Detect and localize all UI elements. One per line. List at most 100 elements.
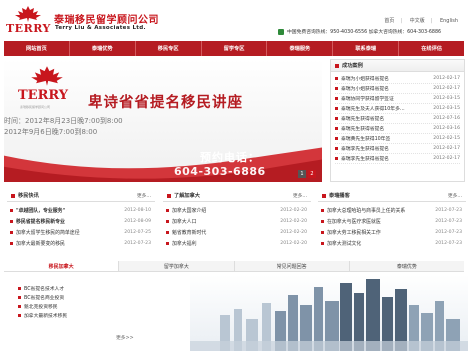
item-date: 2012-03-16: [433, 126, 460, 131]
tab-immigrate-canada[interactable]: 移民加拿大: [4, 261, 120, 271]
item-text: 加拿大最新技术移民: [24, 314, 68, 319]
item-date: 2012-07-23: [124, 241, 151, 246]
item-text: 加拿大国家介绍: [172, 208, 207, 214]
link-home[interactable]: 首页: [384, 18, 394, 24]
list-item[interactable]: 加拿大总理哈珀与商事员上任的关系 2012-07-23: [321, 205, 462, 216]
list-item[interactable]: 泰瑞黄先生获得10年签 2012-02-15: [335, 134, 460, 144]
bullet-icon: [321, 231, 324, 234]
bullet-icon: [18, 287, 21, 290]
more-link[interactable]: 更多...: [137, 192, 151, 199]
banner-phone: 604-303-6886: [174, 165, 266, 178]
list-item[interactable]: 在加拿大与医疗求医就医 2012-07-23: [321, 216, 462, 227]
hotline-text: 中国免费咨询热线：950-4030-6556 加拿大咨询热线：604-303-6…: [287, 30, 442, 35]
banner-cta: 预约电话：: [200, 151, 260, 164]
list-item[interactable]: 泰瑞协同学获得留学签证 2012-03-15: [335, 94, 460, 104]
item-date: 2012-02-20: [280, 219, 307, 224]
item-date: 2012-07-23: [435, 219, 462, 224]
hotline: 中国免费咨询热线：950-4030-6556 加拿大咨询热线：604-303-6…: [278, 28, 441, 35]
link-english[interactable]: English: [440, 18, 458, 24]
hero-banner[interactable]: TERRY 泰瑞移民留学顾问公司 卑诗省省提名移民讲座 时间：2012年8月23…: [4, 59, 322, 182]
bullet-icon: [18, 314, 21, 317]
item-text: 加拿大测试文化: [327, 241, 362, 247]
bottom-tabs: 移民加拿大 留学加拿大 常见问题回答 泰瑞优势: [4, 261, 464, 272]
list-item[interactable]: "卓越团队，专业服务" 2012-08-10: [10, 205, 151, 216]
success-cases-header: 成功案例: [331, 60, 464, 72]
list-item[interactable]: 加拿大留学生移民的简单途径 2012-07-25: [10, 227, 151, 238]
bullet-icon: [18, 296, 21, 299]
banner-swoosh: [4, 147, 322, 182]
list-item[interactable]: BC省提名技术人才: [18, 284, 138, 293]
tab-advantages[interactable]: 泰瑞优势: [349, 261, 464, 271]
tab-study-canada[interactable]: 留学加拿大: [119, 261, 235, 271]
item-text: 魁北克投资移民: [24, 305, 58, 310]
item-date: 2012-07-23: [435, 230, 462, 235]
list-item[interactable]: 泰瑞先生获得省提名 2012-07-16: [335, 114, 460, 124]
list-item[interactable]: 魁省教育新时代 2012-02-20: [166, 227, 307, 238]
city-skyline-image: [190, 275, 468, 351]
nav-assessment[interactable]: 在线评估: [399, 41, 464, 56]
banner-logo-text: TERRY: [18, 88, 69, 103]
item-date: 2012-03-15: [433, 96, 460, 101]
pager-item-1[interactable]: 1: [298, 170, 306, 178]
item-date: 2012-02-17: [433, 156, 460, 161]
nav-contact[interactable]: 联系泰瑞: [333, 41, 400, 56]
bullet-icon: [335, 77, 338, 80]
item-text: 加拿大人口: [172, 219, 197, 225]
list-item[interactable]: 加拿大人口 2012-02-20: [166, 216, 307, 227]
list-item[interactable]: 加拿大测试文化 2012-07-23: [321, 238, 462, 249]
phone-icon: [278, 28, 284, 35]
item-text: 加拿大总理哈珀与商事员上任的关系: [327, 208, 406, 214]
main-nav: 网站首页 泰瑞优势 移民专区 留学专区 泰瑞服务 联系泰瑞 在线评估: [4, 41, 464, 56]
item-text: 加拿大福利: [172, 241, 197, 247]
success-cases-title: 成功案例: [342, 63, 363, 69]
list-item[interactable]: 加拿大最新技术移民: [18, 311, 138, 320]
item-date: 2012-02-17: [433, 86, 460, 91]
item-date: 2012-07-23: [435, 208, 462, 213]
list-item[interactable]: 移民省提名移民新专业 2012-08-09: [10, 216, 151, 227]
bullet-icon: [10, 209, 13, 212]
link-chinese[interactable]: 中文版: [410, 18, 425, 24]
item-text: 泰瑞协同学获得留学签证: [341, 97, 394, 102]
list-item[interactable]: 泰瑞李先生获得省提名 2012-02-17: [335, 144, 460, 154]
more-link[interactable]: 更多...: [448, 192, 462, 199]
nav-home[interactable]: 网站首页: [4, 41, 70, 56]
list-item[interactable]: 加拿大最新要变的移民 2012-07-23: [10, 238, 151, 249]
bullet-icon: [321, 220, 324, 223]
list-item[interactable]: 泰瑞为小姐获得省提名 2012-02-17: [335, 84, 460, 94]
list-item[interactable]: BC省提名商业投资: [18, 293, 138, 302]
item-date: 2012-02-15: [433, 136, 460, 141]
list-item[interactable]: 泰瑞李先生获得省提名 2012-02-17: [335, 154, 460, 164]
bullet-icon: [335, 97, 338, 100]
list-item[interactable]: 泰瑞先生及夫人获得10年多… 2012-03-15: [335, 104, 460, 114]
nav-advantages[interactable]: 泰瑞优势: [70, 41, 136, 56]
pager-item-2[interactable]: 2: [308, 170, 316, 178]
list-item[interactable]: 加拿大福利 2012-02-20: [166, 238, 307, 249]
column-list: "卓越团队，专业服务" 2012-08-10 移民省提名移民新专业 2012-08-…: [7, 202, 155, 249]
nav-services[interactable]: 泰瑞服务: [267, 41, 334, 56]
bullet-icon: [321, 209, 324, 212]
list-item[interactable]: 泰瑞为小姐获得省提名 2012-02-17: [335, 74, 460, 84]
bullet-icon: [335, 107, 338, 110]
list-item[interactable]: 泰瑞先生获得省提名 2012-03-16: [335, 124, 460, 134]
bullet-icon: [335, 117, 338, 120]
tab-faq[interactable]: 常见问题回答: [234, 261, 350, 271]
more-link[interactable]: 更多...: [293, 192, 307, 199]
nav-study[interactable]: 留学专区: [202, 41, 268, 56]
item-date: 2012-07-25: [124, 230, 151, 235]
success-cases-box: 成功案例 泰瑞为小姐获得省提名 2012-02-17 泰瑞为小姐获得省提名 2012…: [330, 59, 465, 182]
list-item[interactable]: 加拿大国家介绍 2012-02-20: [166, 205, 307, 216]
item-text: 泰瑞李先生获得省提名: [341, 147, 389, 152]
list-item[interactable]: 加拿大劳工移民相关工作 2012-07-23: [321, 227, 462, 238]
bullet-icon: [166, 209, 169, 212]
bullet-icon: [10, 242, 13, 245]
column-title: 了解加拿大: [174, 193, 200, 199]
column-title: 移民快讯: [18, 193, 39, 199]
list-item[interactable]: 魁北克投资移民: [18, 302, 138, 311]
maple-leaf-icon: [15, 6, 41, 22]
bottom-more-link[interactable]: 更多>>: [116, 334, 134, 341]
top-links: 首页 | 中文版 | English: [384, 18, 458, 24]
terry-logo[interactable]: TERRY: [6, 6, 50, 36]
banner-logo-sub: 泰瑞移民留学顾问公司: [20, 105, 51, 109]
item-date: 2012-02-20: [280, 208, 307, 213]
nav-immigration[interactable]: 移民专区: [136, 41, 202, 56]
